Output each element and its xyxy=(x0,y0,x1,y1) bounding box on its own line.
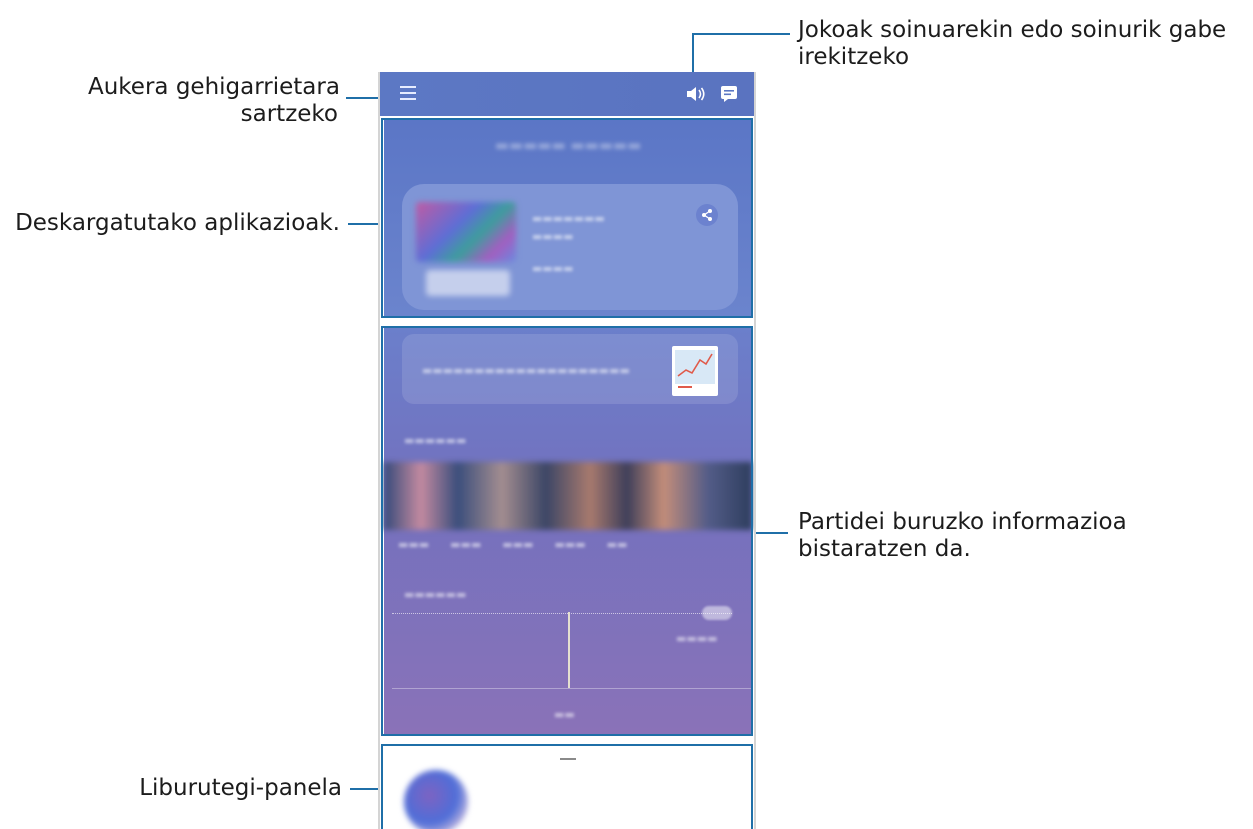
library-callout: Liburutegi-panela xyxy=(139,775,342,801)
menu-callout-line-2: sartzeko xyxy=(240,101,338,127)
game-info-callout-line-2: bistaratzen da. xyxy=(798,536,971,562)
downloaded-apps-highlight xyxy=(381,118,753,318)
game-launcher-screen: ▬▬▬▬▬ ▬▬▬▬▬ ▬▬▬▬▬▬▬ ▬▬▬▬ ▬▬▬▬ ▬▬▬▬▬▬▬▬▬▬… xyxy=(378,72,756,829)
downloaded-leader xyxy=(348,223,380,225)
chat-icon[interactable] xyxy=(720,85,738,103)
menu-callout: Aukera gehigarrietara sartzeko xyxy=(88,74,340,128)
game-info-callout: Partidei buruzko informazioa bistaratzen… xyxy=(798,509,1127,563)
sound-leader-h xyxy=(692,33,790,35)
downloaded-apps-callout: Deskargatutako aplikazioak. xyxy=(15,210,340,236)
sound-callout-line-2: irekitzeko xyxy=(798,44,910,70)
game-info-highlight xyxy=(381,326,753,736)
speaker-icon[interactable] xyxy=(686,86,706,102)
game-info-callout-line-1: Partidei buruzko informazioa xyxy=(798,509,1127,535)
app-bar xyxy=(380,72,754,116)
sound-callout: Jokoak soinuarekin edo soinurik gabe ire… xyxy=(798,17,1226,71)
library-highlight xyxy=(381,744,753,829)
menu-callout-line-1: Aukera gehigarrietara xyxy=(88,74,340,100)
sound-callout-line-1: Jokoak soinuarekin edo soinurik gabe xyxy=(798,17,1227,43)
menu-icon[interactable] xyxy=(400,86,416,100)
